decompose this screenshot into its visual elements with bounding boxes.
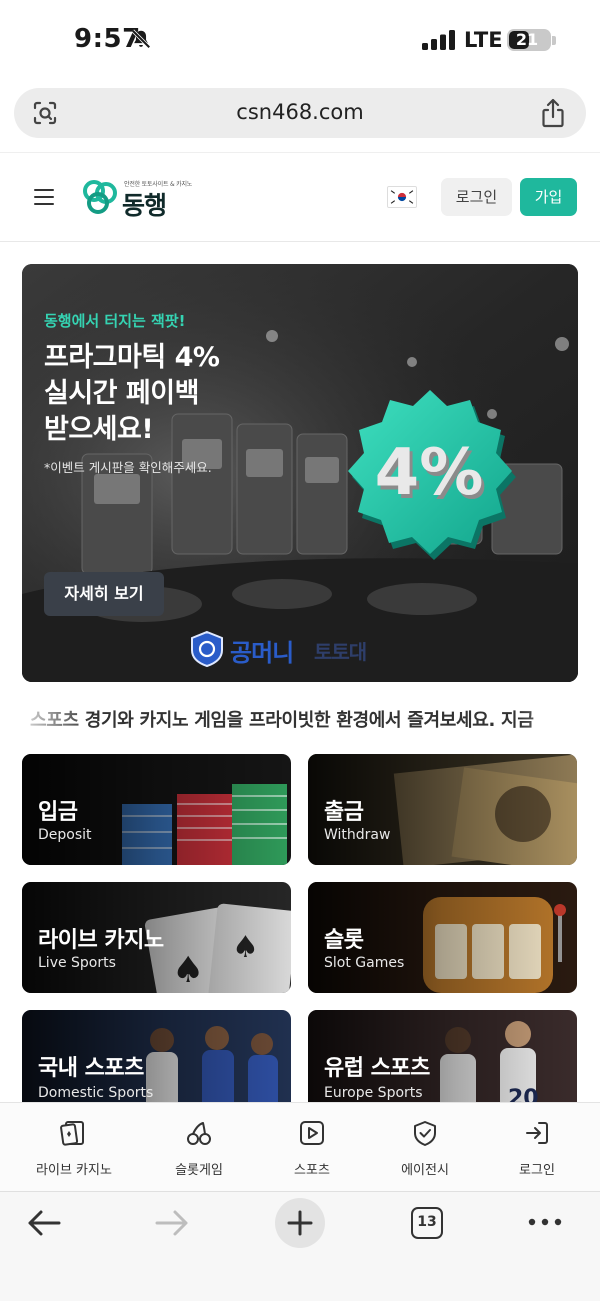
signal-icon bbox=[422, 30, 455, 50]
bell-muted-icon bbox=[131, 29, 151, 49]
tile-title: 국내 스포츠 bbox=[38, 1056, 144, 1081]
tile-subtitle: Live Sports bbox=[38, 955, 116, 971]
login-icon bbox=[526, 1122, 548, 1144]
plus-icon bbox=[287, 1210, 313, 1236]
tile-domestic-sports[interactable]: 국내 스포츠 Domestic Sports bbox=[22, 1010, 291, 1102]
site-logo[interactable]: 안전한 토토사이트 & 카지노 동행 bbox=[82, 177, 192, 220]
nav-label: 슬롯게임 bbox=[175, 1163, 223, 1178]
battery-level: 21 bbox=[515, 30, 539, 49]
tile-withdraw[interactable]: 출금 Withdraw bbox=[308, 754, 577, 865]
nav-label: 라이브 카지노 bbox=[36, 1163, 112, 1178]
hero-kicker: 동행에서 터지는 잭팟! bbox=[44, 312, 186, 330]
forward-arrow-icon[interactable] bbox=[154, 1208, 190, 1238]
tile-live-casino[interactable]: ♠ ♠ 라이브 카지노 Live Sports bbox=[22, 882, 291, 993]
tile-title: 입금 bbox=[38, 800, 78, 825]
nav-label: 스포츠 bbox=[294, 1163, 330, 1178]
marquee: 스포츠 경기와 카지노 게임을 프라이빗한 환경에서 즐겨보세요. 지금 bbox=[0, 704, 600, 732]
tile-title: 라이브 카지노 bbox=[38, 928, 164, 953]
nav-agency[interactable]: 에이전시 bbox=[365, 1103, 485, 1192]
logo-mark-icon bbox=[83, 180, 117, 214]
tile-subtitle: Slot Games bbox=[324, 955, 405, 971]
tile-europe-sports[interactable]: 20 유럽 스포츠 Europe Sports bbox=[308, 1010, 577, 1102]
nav-sports[interactable]: 스포츠 bbox=[252, 1103, 372, 1192]
logo-name: 동행 bbox=[122, 191, 167, 220]
nav-login[interactable]: 로그인 bbox=[477, 1103, 597, 1192]
join-button[interactable]: 가입 bbox=[520, 178, 577, 216]
play-icon bbox=[300, 1121, 324, 1145]
watermark-shield-icon bbox=[191, 630, 223, 668]
browser-toolbar: 13 bbox=[0, 1191, 600, 1301]
tile-slot[interactable]: 슬롯 Slot Games bbox=[308, 882, 577, 993]
hero-title: 프라그마틱 4% 실시간 페이백 받으세요! bbox=[44, 342, 220, 445]
payback-badge-icon: 4% 4% bbox=[348, 390, 516, 560]
battery-cap bbox=[552, 36, 556, 45]
site-header: 안전한 토토사이트 & 카지노 동행 로그인 가입 bbox=[0, 152, 600, 242]
battery-icon: 21 bbox=[507, 29, 551, 51]
tile-subtitle: Europe Sports bbox=[324, 1085, 423, 1101]
tile-title: 유럽 스포츠 bbox=[324, 1056, 430, 1081]
share-icon[interactable] bbox=[540, 98, 566, 128]
tabs-button[interactable]: 13 bbox=[411, 1207, 443, 1239]
cherry-icon bbox=[187, 1122, 211, 1145]
korea-flag-icon[interactable] bbox=[387, 186, 417, 208]
nav-slot-games[interactable]: 슬롯게임 bbox=[139, 1103, 259, 1192]
tile-subtitle: Withdraw bbox=[324, 827, 391, 843]
hero-note: *이벤트 게시판을 확인해주세요. bbox=[44, 460, 212, 475]
tile-subtitle: Deposit bbox=[38, 827, 92, 843]
tile-deposit[interactable]: 입금 Deposit bbox=[22, 754, 291, 865]
watermark: 공머니 토토대 bbox=[182, 630, 422, 670]
url-text[interactable]: csn468.com bbox=[14, 100, 586, 124]
tile-title: 슬롯 bbox=[324, 928, 364, 953]
tile-title: 출금 bbox=[324, 800, 364, 825]
new-tab-button[interactable] bbox=[275, 1198, 325, 1248]
nav-live-casino[interactable]: 라이브 카지노 bbox=[14, 1103, 134, 1192]
url-bar[interactable]: csn468.com bbox=[14, 88, 586, 138]
payback-badge-text-front: 4% bbox=[375, 436, 484, 510]
bottom-nav: 라이브 카지노 슬롯게임 스포츠 에이전시 로그인 bbox=[0, 1102, 600, 1191]
watermark-suffix: 토토대 bbox=[314, 640, 367, 664]
login-button[interactable]: 로그인 bbox=[441, 178, 512, 216]
cards-icon bbox=[60, 1121, 84, 1146]
network-label: LTE bbox=[464, 28, 503, 52]
hero-banner[interactable]: 동행에서 터지는 잭팟! 프라그마틱 4% 실시간 페이백 받으세요! *이벤트… bbox=[22, 264, 578, 682]
shield-check-icon bbox=[414, 1121, 436, 1146]
status-bar: 9:57 LTE 21 bbox=[0, 0, 600, 80]
back-arrow-icon[interactable] bbox=[26, 1208, 62, 1238]
hero-details-button[interactable]: 자세히 보기 bbox=[44, 572, 164, 616]
nav-label: 로그인 bbox=[519, 1163, 555, 1178]
marquee-text: 스포츠 경기와 카지노 게임을 프라이빗한 환경에서 즐겨보세요. 지금 bbox=[30, 710, 534, 731]
nav-label: 에이전시 bbox=[401, 1163, 449, 1178]
more-options-icon[interactable] bbox=[527, 1212, 563, 1232]
hamburger-menu-icon[interactable] bbox=[34, 189, 54, 205]
watermark-text: 공머니 bbox=[230, 639, 294, 667]
tile-subtitle: Domestic Sports bbox=[38, 1085, 154, 1101]
